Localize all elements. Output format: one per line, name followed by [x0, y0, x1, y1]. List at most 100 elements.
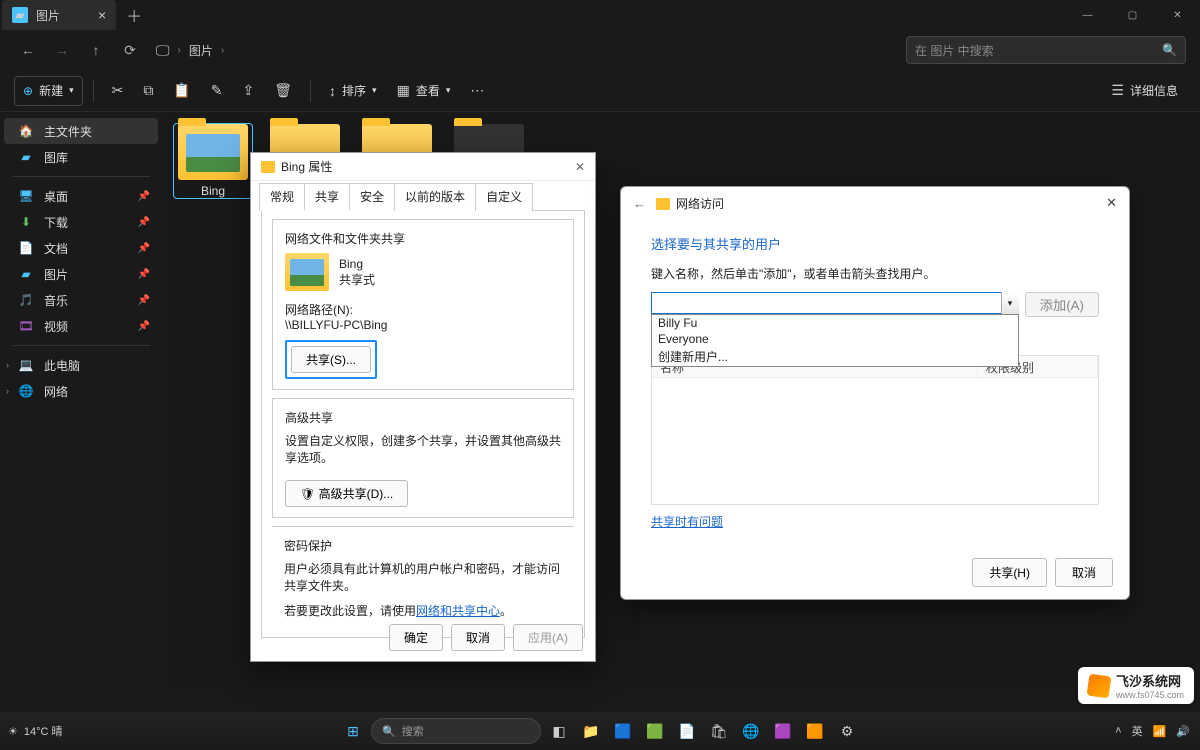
- sidebar-item-label: 网络: [44, 383, 68, 400]
- sidebar-item-videos[interactable]: 🎞视频📌: [4, 313, 158, 339]
- trouble-link[interactable]: 共享时有问题: [651, 515, 723, 529]
- chevron-right-icon: ›: [6, 386, 9, 396]
- more-button[interactable]: ⋯: [462, 76, 492, 106]
- breadcrumb-pictures[interactable]: 图片: [189, 42, 213, 59]
- taskbar-app[interactable]: 🟪: [769, 717, 797, 745]
- dialog-titlebar[interactable]: Bing 属性 ✕: [251, 153, 595, 181]
- share-button[interactable]: ⇪: [235, 76, 263, 106]
- tab-security[interactable]: 安全: [349, 183, 395, 211]
- ok-button[interactable]: 确定: [389, 624, 443, 651]
- volume-icon[interactable]: 🔊: [1176, 725, 1190, 738]
- network-icon: 🌐: [18, 383, 34, 399]
- tab-pictures[interactable]: ▰ 图片 ×: [2, 0, 116, 30]
- sidebar-item-library[interactable]: ▰图库: [4, 144, 158, 170]
- pin-icon: 📌: [138, 269, 150, 280]
- desktop-icon: 🖥: [18, 188, 34, 204]
- dropdown-option[interactable]: Billy Fu: [652, 315, 1018, 331]
- tab-share[interactable]: 共享: [304, 183, 350, 211]
- weather-icon[interactable]: ☀: [8, 725, 18, 738]
- details-button[interactable]: ☰详细信息: [1103, 76, 1186, 106]
- dropdown-option[interactable]: Everyone: [652, 331, 1018, 347]
- back-button[interactable]: ←: [14, 36, 42, 64]
- dropdown-option[interactable]: 创建新用户...: [652, 347, 1018, 366]
- close-icon[interactable]: ✕: [1106, 195, 1117, 211]
- share-heading: 选择要与其共享的用户: [651, 234, 1099, 253]
- sidebar-item-thispc[interactable]: ›💻此电脑: [4, 352, 158, 378]
- start-button[interactable]: ⊞: [339, 717, 367, 745]
- forward-button[interactable]: →: [48, 36, 76, 64]
- separator: [12, 176, 150, 177]
- sidebar-item-home[interactable]: 🏠主文件夹: [4, 118, 158, 144]
- sidebar-item-downloads[interactable]: ⬇下载📌: [4, 209, 158, 235]
- task-view-button[interactable]: ◧: [545, 717, 573, 745]
- taskbar-app[interactable]: ⚙: [833, 717, 861, 745]
- taskbar-app[interactable]: 🟩: [641, 717, 669, 745]
- sort-button[interactable]: ↕排序▾: [321, 76, 385, 106]
- watermark: 飞沙系统网www.fs0745.com: [1078, 667, 1194, 704]
- copy-button[interactable]: ⧉: [135, 76, 161, 106]
- network-center-link[interactable]: 网络和共享中心: [416, 604, 500, 618]
- sort-icon: ↕: [329, 83, 336, 99]
- taskbar-app[interactable]: 🌐: [737, 717, 765, 745]
- divider: [93, 80, 94, 102]
- new-tab-button[interactable]: ＋: [126, 3, 142, 27]
- apply-button[interactable]: 应用(A): [513, 624, 583, 651]
- paste-button[interactable]: 📋: [165, 76, 198, 106]
- share-icon: [656, 198, 670, 210]
- folder-bing[interactable]: Bing: [174, 124, 252, 198]
- sidebar-item-music[interactable]: 🎵音乐📌: [4, 287, 158, 313]
- details-icon: ☰: [1111, 82, 1124, 99]
- taskbar-app[interactable]: 📁: [577, 717, 605, 745]
- share-button[interactable]: 共享(S)...: [291, 346, 371, 373]
- sidebar-item-label: 下载: [44, 214, 68, 231]
- cancel-button[interactable]: 取消: [1055, 558, 1113, 587]
- tab-custom[interactable]: 自定义: [475, 183, 533, 211]
- sidebar-item-label: 主文件夹: [44, 123, 92, 140]
- taskbar-app[interactable]: 📄: [673, 717, 701, 745]
- sidebar-item-network[interactable]: › 🌐 网络: [4, 378, 158, 404]
- user-combobox[interactable]: ▾ Billy Fu Everyone 创建新用户...: [651, 292, 1019, 317]
- maximize-button[interactable]: ▢: [1110, 0, 1155, 30]
- advanced-share-button[interactable]: 🛡 高级共享(D)...: [285, 480, 408, 507]
- add-button[interactable]: 添加(A): [1025, 292, 1099, 317]
- tabs: 常规 共享 安全 以前的版本 自定义: [251, 183, 595, 211]
- chevron-down-icon[interactable]: ▾: [1001, 292, 1019, 314]
- taskbar-app[interactable]: 🟦: [609, 717, 637, 745]
- wifi-icon[interactable]: 📶: [1153, 725, 1167, 738]
- pin-icon: 📌: [138, 243, 150, 254]
- monitor-icon: 🖵: [156, 42, 170, 59]
- rename-button[interactable]: ✎: [203, 76, 231, 106]
- taskbar-search[interactable]: 🔍搜索: [371, 718, 541, 744]
- sidebar-item-pictures[interactable]: ▰图片📌: [4, 261, 158, 287]
- new-label: 新建: [39, 82, 63, 99]
- sidebar-item-documents[interactable]: 📄文档📌: [4, 235, 158, 261]
- close-icon[interactable]: ✕: [575, 160, 585, 174]
- share-confirm-button[interactable]: 共享(H): [972, 558, 1047, 587]
- breadcrumb[interactable]: 🖵 › 图片 ›: [156, 42, 224, 59]
- user-input[interactable]: [651, 292, 1019, 314]
- taskbar-app[interactable]: 🟧: [801, 717, 829, 745]
- ime-indicator[interactable]: 英: [1132, 723, 1143, 739]
- up-button[interactable]: ↑: [82, 36, 110, 64]
- view-button[interactable]: ▦查看▾: [389, 76, 459, 106]
- back-button[interactable]: ←: [633, 196, 646, 211]
- minimize-button[interactable]: —: [1065, 0, 1110, 30]
- tab-previous[interactable]: 以前的版本: [394, 183, 476, 211]
- search-input[interactable]: 在 图片 中搜索 🔍: [906, 36, 1186, 64]
- dialog-header: ← 网络访问 ✕: [621, 187, 1129, 220]
- search-icon: 🔍: [1162, 43, 1177, 57]
- tray-chevron-icon[interactable]: ˄: [1115, 725, 1121, 737]
- cut-button[interactable]: ✂: [104, 76, 132, 106]
- close-window-button[interactable]: ✕: [1155, 0, 1200, 30]
- delete-button[interactable]: 🗑: [266, 76, 300, 106]
- close-icon[interactable]: ×: [98, 7, 106, 23]
- new-button[interactable]: ⊕ 新建 ▾: [14, 76, 83, 106]
- tab-general[interactable]: 常规: [259, 183, 305, 211]
- sidebar-item-label: 音乐: [44, 292, 68, 309]
- taskbar-app[interactable]: 🛍: [705, 717, 733, 745]
- cancel-button[interactable]: 取消: [451, 624, 505, 651]
- sidebar-item-desktop[interactable]: 🖥桌面📌: [4, 183, 158, 209]
- group-title: 高级共享: [285, 409, 561, 426]
- sidebar-item-label: 图片: [44, 266, 68, 283]
- refresh-button[interactable]: ⟳: [116, 36, 144, 64]
